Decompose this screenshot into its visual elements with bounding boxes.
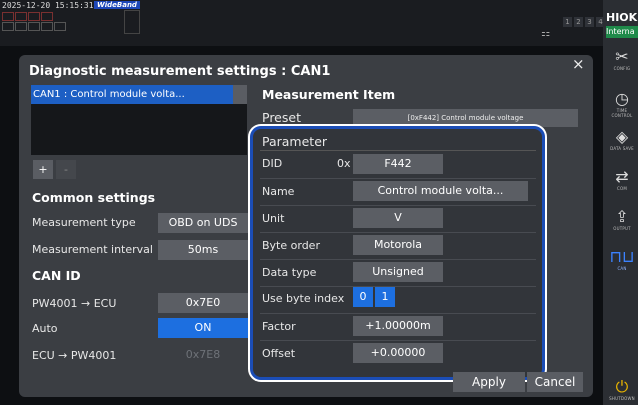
pw-to-ecu-field[interactable]: 0x7E0 [158, 293, 248, 313]
did-label: DID [262, 157, 283, 170]
cancel-button[interactable]: Cancel [527, 372, 583, 392]
did-field[interactable]: F442 [353, 154, 443, 174]
can-button[interactable]: ⊓⊔ CAN [608, 247, 636, 272]
output-button[interactable]: ⇪ OUTPUT [608, 207, 636, 232]
name-field[interactable]: Control module volta... [353, 181, 528, 201]
network-icon: ⚏ [541, 28, 550, 39]
channel-numbers: 1 2 3 4 [563, 17, 605, 27]
bandwidth-badge: WideBand [94, 1, 140, 9]
common-settings-heading: Common settings [32, 190, 156, 205]
data-save-button[interactable]: ◈ DATA SAVE [608, 127, 636, 152]
com-icon: ⇄ [615, 167, 629, 186]
pw-to-ecu-label: PW4001 → ECU [32, 297, 117, 310]
ecu-to-pw-label: ECU → PW4001 [32, 349, 117, 362]
stopwatch-icon: ◷ [615, 89, 629, 108]
parameter-heading: Parameter [262, 134, 328, 149]
remove-item-button[interactable]: - [56, 160, 76, 179]
measurement-interval-label: Measurement interval [32, 243, 153, 256]
offset-label: Offset [262, 347, 296, 360]
measurement-interval-select[interactable]: 50ms [158, 240, 248, 260]
byte-index-1-button[interactable]: 1 [375, 287, 395, 307]
shutdown-button[interactable]: ⏻ SHUTDOWN [608, 377, 636, 402]
factor-label: Factor [262, 320, 296, 333]
offset-field[interactable]: +0.00000 [353, 343, 443, 363]
tools-icon: ✂ [615, 47, 629, 66]
power-icon: ⏻ [615, 377, 629, 396]
use-byte-index-label: Use byte index [262, 292, 345, 305]
can-id-heading: CAN ID [32, 268, 81, 283]
byte-index-0-button[interactable]: 0 [353, 287, 373, 307]
byte-order-select[interactable]: Motorola [353, 235, 443, 255]
unit-label: Unit [262, 212, 285, 225]
brand-logo: HIOKI [606, 11, 638, 24]
apply-button[interactable]: Apply [453, 372, 525, 392]
name-label: Name [262, 185, 295, 198]
data-type-select[interactable]: Unsigned [353, 262, 443, 282]
close-button[interactable]: × [572, 55, 585, 73]
measurement-item-heading: Measurement Item [262, 87, 396, 102]
byte-order-label: Byte order [262, 239, 320, 252]
channel-indicators [2, 12, 53, 21]
measurement-type-select[interactable]: OBD on UDS [158, 213, 248, 233]
ecu-to-pw-field: 0x7E8 [185, 348, 221, 361]
config-button[interactable]: ✂ CONFIG [608, 47, 636, 72]
can-wave-icon: ⊓⊔ [609, 247, 635, 266]
timestamp: 2025-12-20 15:15:31 [2, 1, 94, 10]
time-control-button[interactable]: ◷ TIME CONTROL [608, 89, 636, 119]
add-item-button[interactable]: + [33, 160, 53, 179]
list-scrollbar[interactable] [233, 85, 247, 104]
mode-indicator: Interna [606, 26, 638, 38]
data-type-label: Data type [262, 266, 317, 279]
mini-indicator [124, 10, 140, 34]
com-button[interactable]: ⇄ COM [608, 167, 636, 192]
did-prefix: 0x [337, 157, 351, 170]
preset-select[interactable]: [0xF442] Control module voltage [353, 109, 578, 127]
divider [260, 150, 536, 151]
measurement-type-label: Measurement type [32, 216, 136, 229]
auto-label: Auto [32, 322, 58, 335]
unit-field[interactable]: V [353, 208, 443, 228]
auto-toggle[interactable]: ON [158, 318, 248, 338]
channel-indicators-row2 [2, 22, 66, 31]
list-item[interactable]: CAN1 : Control module volta... [31, 85, 233, 104]
output-icon: ⇪ [615, 207, 629, 226]
factor-field[interactable]: +1.00000m [353, 316, 443, 336]
dialog-title: Diagnostic measurement settings : CAN1 [29, 64, 331, 79]
data-save-icon: ◈ [615, 127, 629, 146]
preset-label: Preset [262, 110, 301, 125]
